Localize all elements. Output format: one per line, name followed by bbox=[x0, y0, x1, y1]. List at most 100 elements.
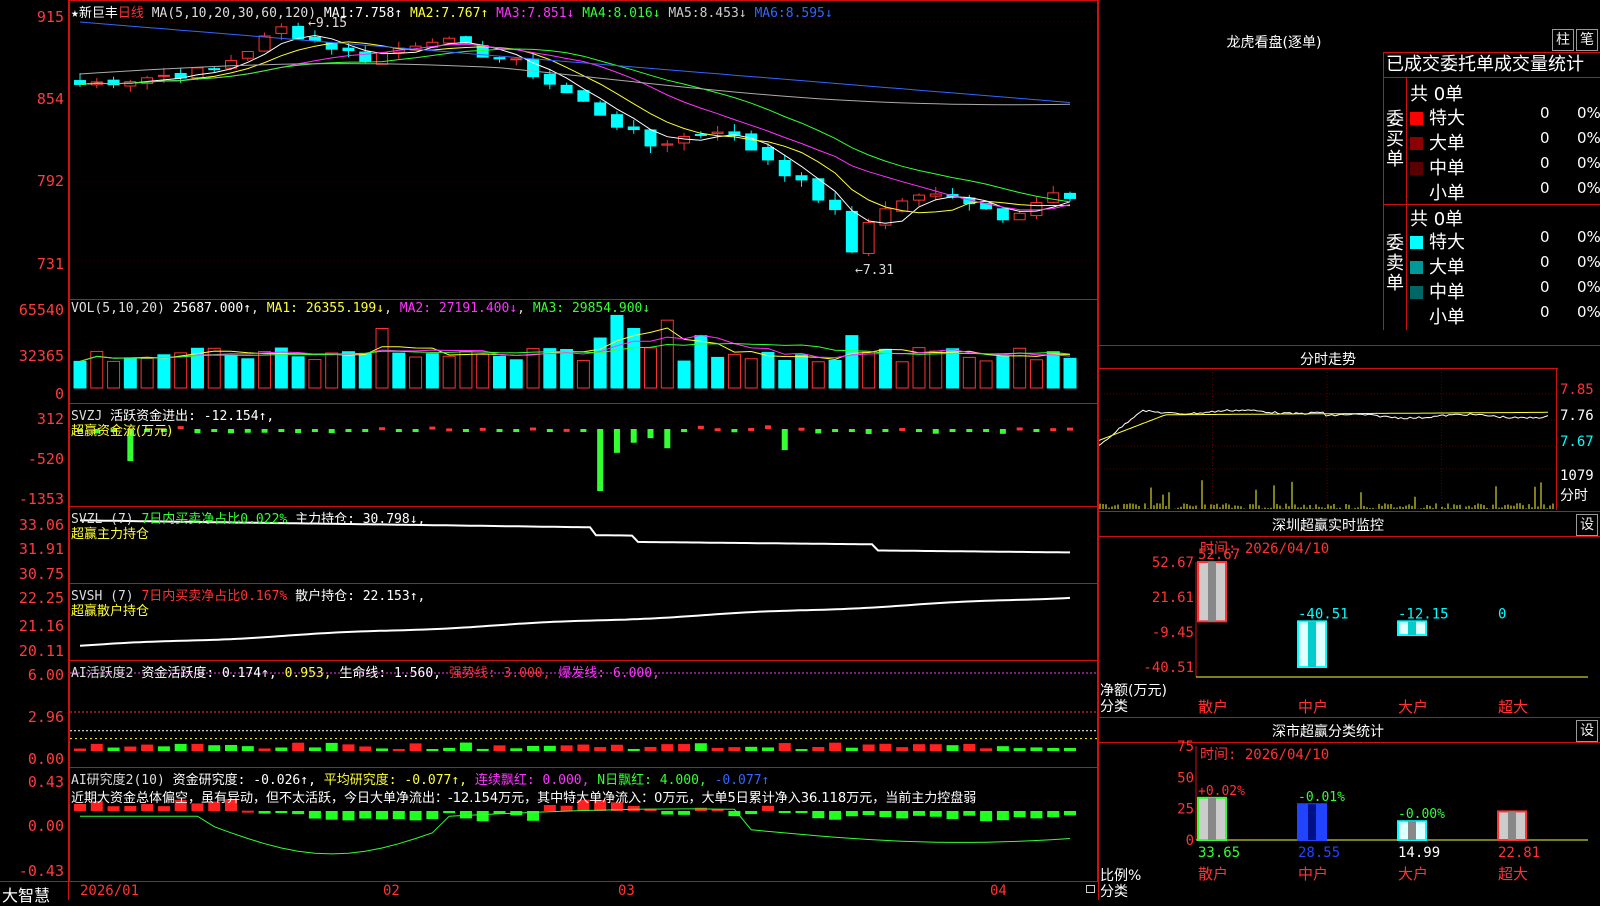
research-bar bbox=[1030, 811, 1043, 819]
volume-panel[interactable]: VOL(5,10,20) 25687.000↑, MA1: 26355.199↓… bbox=[69, 299, 1098, 404]
research-bar bbox=[258, 811, 271, 814]
volume-bar bbox=[644, 347, 658, 389]
active-bar bbox=[510, 748, 523, 751]
date-axis: 大智慧 2026/01 02 03 04 bbox=[0, 881, 1098, 905]
research-bar bbox=[996, 811, 1009, 821]
active-bar bbox=[1030, 747, 1043, 751]
fund-flow-bar bbox=[345, 429, 352, 432]
avg-research: 平均研究度: -0.077↑, bbox=[323, 773, 468, 788]
net-amount-value: 0 bbox=[1498, 606, 1506, 622]
active-bar bbox=[829, 742, 842, 751]
candle-body bbox=[275, 26, 288, 34]
research-bar bbox=[661, 811, 674, 815]
active-bar bbox=[359, 746, 372, 751]
vol-tick: 65540 bbox=[18, 301, 64, 319]
candle-body bbox=[694, 133, 707, 136]
fund-flow-bar bbox=[177, 426, 184, 430]
stock-name: 新巨丰 bbox=[78, 6, 118, 21]
research-bar bbox=[241, 810, 254, 813]
ai-research-v2: -0.077↑ bbox=[714, 773, 770, 788]
active-bar bbox=[409, 743, 422, 751]
fund-flow-bar bbox=[311, 429, 318, 432]
candle-body bbox=[627, 126, 640, 131]
class-ratio-value: 14.99 bbox=[1398, 845, 1440, 861]
stats-tabs[interactable]: 已成交委托单成交量统计 bbox=[1383, 52, 1600, 78]
active-bar bbox=[610, 744, 623, 751]
intraday-avg-line bbox=[1098, 411, 1548, 442]
color-swatch bbox=[1410, 261, 1423, 274]
volume-bar bbox=[375, 327, 389, 389]
order-size-row: 中单 0 0% bbox=[1410, 278, 1600, 303]
fund-flow-bar bbox=[966, 429, 973, 432]
ai-active-v1: 0.174↑, bbox=[221, 666, 277, 681]
svsh-panel[interactable]: SVSH (7) 7日内买卖净占比0.167% 散户持仓: 22.153↑, 超… bbox=[69, 583, 1098, 661]
color-swatch bbox=[1410, 286, 1423, 299]
volume-bar bbox=[459, 350, 473, 389]
volume-bar bbox=[727, 353, 741, 389]
class-ratio-chart[interactable]: 75 50 25 0 +0.02% 33.65 散户 -0.01% 28.55 中户 -0.00% 1… bbox=[1098, 718, 1600, 900]
candle-body bbox=[1030, 202, 1043, 217]
favorite-star-icon[interactable]: ★ bbox=[71, 6, 79, 21]
brand-logo[interactable]: 大智慧 bbox=[2, 882, 50, 906]
candle-body bbox=[543, 73, 556, 85]
intraday-tick: 7.67 bbox=[1560, 434, 1594, 450]
volume-bar bbox=[123, 357, 137, 389]
fund-flow-bar bbox=[1033, 429, 1040, 432]
volume-bar bbox=[946, 348, 960, 389]
order-pct: 0% bbox=[1577, 253, 1600, 271]
fund-flow-bar bbox=[194, 429, 201, 434]
svzj-panel[interactable]: SVZJ 活跃资金进出: -12.154↑, 超赢资金流(万元) bbox=[69, 403, 1098, 507]
dragon-title: 龙虎看盘(逐单) bbox=[1226, 35, 1322, 51]
fund-flow-bar bbox=[228, 429, 235, 434]
date-label: 03 bbox=[618, 883, 635, 899]
ai-active-panel[interactable]: AI活跃度2 资金活跃度: 0.174↑, 0.953, 生命线: 1.560,… bbox=[69, 660, 1098, 768]
research-bar bbox=[795, 811, 808, 813]
tick-mode-button[interactable]: 笔 bbox=[1576, 29, 1598, 51]
kline-chart[interactable] bbox=[70, 1, 1097, 299]
active-bar bbox=[778, 743, 791, 751]
svsh-sub: 超赢散户持仓 bbox=[71, 604, 150, 619]
life-line-label: 生命线: bbox=[339, 666, 387, 681]
volume-bar bbox=[560, 348, 574, 389]
color-swatch bbox=[1410, 162, 1423, 175]
candle-body bbox=[308, 36, 321, 41]
active-bar bbox=[1013, 748, 1026, 751]
candle-body bbox=[845, 210, 858, 253]
svzj-tick: -520 bbox=[27, 450, 64, 468]
volume-bar bbox=[325, 352, 339, 389]
active-bar bbox=[761, 747, 774, 751]
volume-header: VOL(5,10,20) 25687.000↑, MA1: 26355.199↓… bbox=[71, 301, 651, 316]
bar-mode-button[interactable]: 柱 bbox=[1552, 29, 1574, 51]
life-line-value: 1.560, bbox=[394, 666, 442, 681]
date-label: 2026/01 bbox=[80, 883, 140, 899]
fund-flow-bar bbox=[395, 429, 402, 432]
active-bar bbox=[980, 748, 993, 751]
research-bar bbox=[308, 811, 321, 819]
net-amount-value: -40.51 bbox=[1298, 606, 1349, 622]
research-bar bbox=[342, 811, 355, 821]
class-tick: 0 bbox=[1186, 833, 1194, 849]
category-label: 大户 bbox=[1398, 865, 1428, 883]
lock-icon[interactable] bbox=[1086, 885, 1095, 893]
active-tick: 6.00 bbox=[27, 666, 64, 684]
class-tick: 75 bbox=[1177, 739, 1194, 755]
volume-bar bbox=[258, 350, 272, 389]
ai-research-panel[interactable]: AI研究度2(10) 资金研究度: -0.026↑, 平均研究度: -0.077… bbox=[69, 767, 1098, 882]
research-bar bbox=[275, 811, 288, 813]
intraday-panel[interactable]: 分时走势 7.85 7.76 7.67 1079 分时 bbox=[1098, 346, 1600, 511]
order-count: 0 bbox=[1540, 179, 1550, 197]
kline-panel[interactable]: ★新巨丰日线 MA(5,10,20,30,60,120) MA1:7.758↑ … bbox=[69, 0, 1098, 300]
svzl-panel[interactable]: SVZL (7) 7日内买卖净占比0.022% 主力持仓: 30.798↓, 超… bbox=[69, 506, 1098, 584]
svzl-tick: 30.75 bbox=[18, 565, 64, 583]
fund-flow-bar bbox=[446, 428, 453, 432]
class-tick: 25 bbox=[1177, 802, 1194, 818]
research-bar bbox=[879, 811, 892, 818]
active-bar bbox=[661, 744, 674, 751]
net-amount-chart[interactable]: 52.67 21.61 -9.45 -40.51 52.67 散户 -40.51 中户 -12.… bbox=[1098, 512, 1600, 717]
period-label[interactable]: 日线 bbox=[118, 6, 144, 21]
intraday-chart[interactable] bbox=[1098, 369, 1556, 509]
active-bar bbox=[996, 746, 1009, 751]
active-bar bbox=[845, 747, 858, 751]
active-bar bbox=[342, 744, 355, 751]
research-bar bbox=[896, 811, 909, 819]
